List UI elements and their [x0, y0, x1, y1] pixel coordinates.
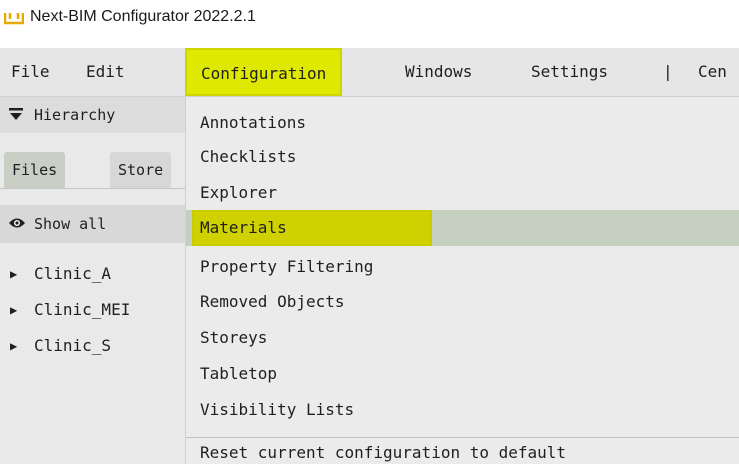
tree-item-label: Clinic_MEI [34, 300, 131, 319]
menu-item-label: Removed Objects [200, 292, 345, 311]
expand-arrow-icon[interactable]: ▶ [10, 293, 17, 327]
hierarchy-label: Hierarchy [34, 106, 116, 124]
menu-item-visibility-lists[interactable]: Visibility Lists [186, 392, 739, 428]
menu-file[interactable]: File [11, 48, 50, 96]
title-bar: Next-BIM Configurator 2022.2.1 [0, 0, 739, 48]
filter-dropdown-icon [9, 108, 23, 120]
expand-arrow-icon[interactable]: ▶ [10, 257, 17, 291]
tree-item-label: Clinic_A [34, 264, 112, 283]
menu-item-label: Property Filtering [200, 257, 374, 276]
window-title: Next-BIM Configurator 2022.2.1 [30, 8, 256, 25]
menu-item-materials[interactable]: Materials [186, 210, 739, 246]
menu-configuration[interactable]: Configuration [185, 48, 343, 96]
tabs-divider [0, 188, 185, 189]
menu-item-explorer[interactable]: Explorer [186, 175, 739, 211]
menu-item-label: Storeys [200, 328, 268, 347]
hierarchy-dropdown[interactable]: Hierarchy [0, 97, 185, 133]
show-all-label: Show all [34, 215, 107, 233]
menu-windows[interactable]: Windows [405, 48, 472, 96]
menu-settings[interactable]: Settings [531, 48, 608, 96]
tree-item-label: Clinic_S [34, 336, 112, 355]
menu-bar: File Edit Configuration Windows Settings… [0, 48, 739, 97]
expand-arrow-icon[interactable]: ▶ [10, 329, 17, 363]
menu-item-removed-objects[interactable]: Removed Objects [186, 284, 739, 320]
menu-separator: | [663, 62, 673, 81]
menu-center[interactable]: Cen [698, 48, 727, 96]
menu-item-label: Tabletop [200, 364, 278, 383]
show-all-button[interactable]: Show all [0, 205, 185, 243]
tab-storeys[interactable]: Store [110, 152, 172, 188]
menu-item-label: Reset current configuration to default [200, 443, 567, 462]
menu-item-label: Annotations [200, 113, 306, 132]
menu-item-checklists[interactable]: Checklists [186, 139, 739, 175]
tab-files[interactable]: Files [4, 152, 66, 188]
menu-item-label: Materials [200, 218, 287, 237]
menu-item-annotations[interactable]: Annotations [186, 105, 739, 141]
menu-item-property-filtering[interactable]: Property Filtering [186, 249, 739, 285]
menu-item-label: Visibility Lists [200, 400, 355, 419]
menu-item-storeys[interactable]: Storeys [186, 320, 739, 356]
menu-item-reset-configuration[interactable]: Reset current configuration to default [186, 435, 739, 471]
menu-item-label: Checklists [200, 147, 297, 166]
menu-edit[interactable]: Edit [86, 48, 125, 96]
menu-item-label: Explorer [200, 183, 278, 202]
configuration-dropdown-menu: Annotations Checklists Explorer Material… [185, 97, 739, 464]
eye-icon [9, 218, 25, 228]
app-logo-icon [4, 13, 24, 25]
menu-item-tabletop[interactable]: Tabletop [186, 356, 739, 392]
left-panel: Hierarchy Files Store Show all ▶ Clinic_… [0, 97, 185, 464]
